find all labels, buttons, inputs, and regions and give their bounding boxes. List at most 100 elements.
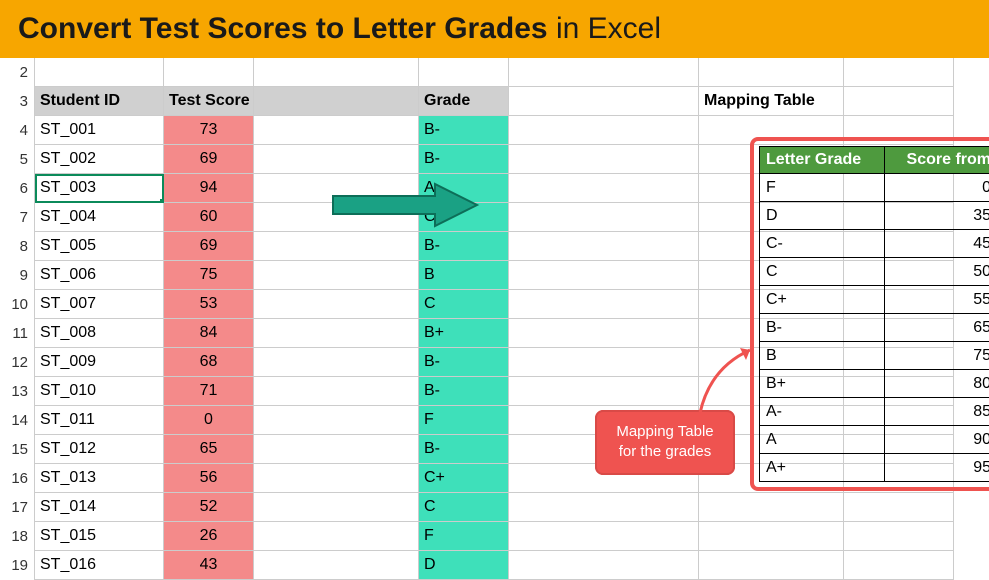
test-score-cell[interactable]: 71: [164, 377, 254, 406]
cell-empty[interactable]: [509, 493, 699, 522]
row-number[interactable]: 16: [0, 464, 35, 493]
mapping-score-cell[interactable]: 35: [885, 202, 989, 230]
mapping-score-cell[interactable]: 95: [885, 454, 989, 482]
cell-empty[interactable]: [254, 551, 419, 580]
grade-cell[interactable]: B-: [419, 145, 509, 174]
row-number[interactable]: 13: [0, 377, 35, 406]
student-id-cell[interactable]: ST_015: [35, 522, 164, 551]
cell-empty[interactable]: [254, 174, 419, 203]
cell-empty[interactable]: [35, 58, 164, 87]
test-score-cell[interactable]: 60: [164, 203, 254, 232]
row-number[interactable]: 9: [0, 261, 35, 290]
mapping-score-cell[interactable]: 90: [885, 426, 989, 454]
cell-empty[interactable]: [419, 58, 509, 87]
header-mapping-table[interactable]: Mapping Table: [699, 87, 844, 116]
mapping-score-cell[interactable]: 45: [885, 230, 989, 258]
cell-empty[interactable]: [844, 58, 954, 87]
cell-empty[interactable]: [254, 522, 419, 551]
row-number[interactable]: 10: [0, 290, 35, 319]
student-id-cell[interactable]: ST_013: [35, 464, 164, 493]
grade-cell[interactable]: C+: [419, 203, 509, 232]
cell-empty[interactable]: [254, 348, 419, 377]
student-id-cell[interactable]: ST_007: [35, 290, 164, 319]
grade-cell[interactable]: B-: [419, 435, 509, 464]
cell-empty[interactable]: [844, 87, 954, 116]
test-score-cell[interactable]: 84: [164, 319, 254, 348]
row-number[interactable]: 8: [0, 232, 35, 261]
header-grade[interactable]: Grade: [419, 87, 509, 116]
grade-cell[interactable]: B-: [419, 377, 509, 406]
cell-empty[interactable]: [509, 290, 699, 319]
mapping-score-cell[interactable]: 55: [885, 286, 989, 314]
row-number[interactable]: 19: [0, 551, 35, 580]
grade-cell[interactable]: F: [419, 406, 509, 435]
cell-empty[interactable]: [509, 377, 699, 406]
student-id-cell[interactable]: ST_009: [35, 348, 164, 377]
mapping-grade-cell[interactable]: A+: [760, 454, 885, 482]
cell-empty[interactable]: [254, 435, 419, 464]
grade-cell[interactable]: F: [419, 522, 509, 551]
row-number[interactable]: 3: [0, 87, 35, 116]
student-id-cell[interactable]: ST_001: [35, 116, 164, 145]
cell-empty[interactable]: [254, 145, 419, 174]
mapping-score-cell[interactable]: 50: [885, 258, 989, 286]
grade-cell[interactable]: A: [419, 174, 509, 203]
row-number[interactable]: 15: [0, 435, 35, 464]
mapping-score-cell[interactable]: 65: [885, 314, 989, 342]
cell-empty[interactable]: [254, 87, 419, 116]
cell-empty[interactable]: [254, 493, 419, 522]
student-id-cell[interactable]: ST_008: [35, 319, 164, 348]
cell-empty[interactable]: [254, 203, 419, 232]
test-score-cell[interactable]: 26: [164, 522, 254, 551]
test-score-cell[interactable]: 73: [164, 116, 254, 145]
header-student-id[interactable]: Student ID: [35, 87, 164, 116]
row-number[interactable]: 2: [0, 58, 35, 87]
student-id-cell[interactable]: ST_011: [35, 406, 164, 435]
test-score-cell[interactable]: 75: [164, 261, 254, 290]
mapping-grade-cell[interactable]: B: [760, 342, 885, 370]
mapping-score-cell[interactable]: 80: [885, 370, 989, 398]
cell-empty[interactable]: [844, 493, 954, 522]
cell-empty[interactable]: [699, 493, 844, 522]
mapping-score-cell[interactable]: 75: [885, 342, 989, 370]
cell-empty[interactable]: [254, 406, 419, 435]
cell-empty[interactable]: [509, 522, 699, 551]
row-number[interactable]: 18: [0, 522, 35, 551]
mapping-grade-cell[interactable]: A: [760, 426, 885, 454]
row-number[interactable]: 12: [0, 348, 35, 377]
student-id-cell[interactable]: ST_002: [35, 145, 164, 174]
cell-empty[interactable]: [509, 87, 699, 116]
row-number[interactable]: 17: [0, 493, 35, 522]
row-number[interactable]: 6: [0, 174, 35, 203]
mapping-grade-cell[interactable]: D: [760, 202, 885, 230]
cell-empty[interactable]: [254, 58, 419, 87]
mapping-grade-cell[interactable]: F: [760, 174, 885, 202]
student-id-cell[interactable]: ST_006: [35, 261, 164, 290]
cell-empty[interactable]: [699, 551, 844, 580]
mapping-header-score[interactable]: Score from: [885, 147, 989, 174]
cell-empty[interactable]: [699, 58, 844, 87]
grade-cell[interactable]: C: [419, 290, 509, 319]
row-number[interactable]: 4: [0, 116, 35, 145]
test-score-cell[interactable]: 94: [164, 174, 254, 203]
cell-empty[interactable]: [254, 319, 419, 348]
cell-empty[interactable]: [844, 551, 954, 580]
grade-cell[interactable]: B+: [419, 319, 509, 348]
student-id-cell[interactable]: ST_010: [35, 377, 164, 406]
grade-cell[interactable]: C: [419, 493, 509, 522]
cell-empty[interactable]: [509, 319, 699, 348]
cell-empty[interactable]: [254, 232, 419, 261]
student-id-cell[interactable]: ST_005: [35, 232, 164, 261]
cell-empty[interactable]: [509, 203, 699, 232]
test-score-cell[interactable]: 43: [164, 551, 254, 580]
row-number[interactable]: 7: [0, 203, 35, 232]
test-score-cell[interactable]: 52: [164, 493, 254, 522]
row-number[interactable]: 14: [0, 406, 35, 435]
cell-empty[interactable]: [699, 522, 844, 551]
grade-cell[interactable]: B-: [419, 116, 509, 145]
cell-empty[interactable]: [509, 145, 699, 174]
grade-cell[interactable]: D: [419, 551, 509, 580]
mapping-header-grade[interactable]: Letter Grade: [760, 147, 885, 174]
row-number[interactable]: 11: [0, 319, 35, 348]
cell-empty[interactable]: [254, 290, 419, 319]
